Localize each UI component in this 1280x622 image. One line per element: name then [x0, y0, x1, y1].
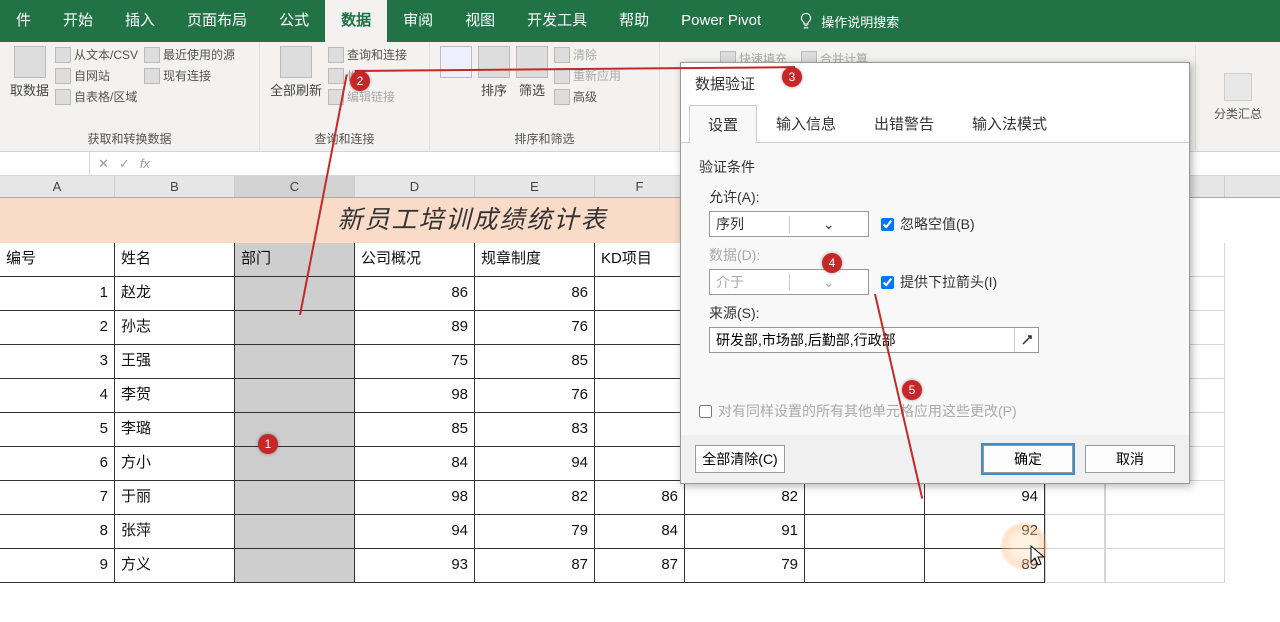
- from-text-csv-button[interactable]: 从文本/CSV: [55, 46, 138, 63]
- allow-label: 允许(A):: [709, 187, 1171, 207]
- confirm-formula-icon[interactable]: ✓: [119, 156, 130, 172]
- col-header-d[interactable]: D: [355, 176, 475, 197]
- in-cell-dropdown-checkbox[interactable]: 提供下拉箭头(I): [881, 272, 997, 292]
- range-picker-icon[interactable]: [1014, 328, 1038, 352]
- group-queries-connections: 查询和连接: [270, 128, 419, 147]
- ribbon-group-outline: 分类汇总: [1195, 45, 1280, 150]
- ignore-blank-checkbox[interactable]: 忽略空值(B): [881, 214, 975, 234]
- cancel-button[interactable]: 取消: [1085, 445, 1175, 473]
- tab-powerpivot[interactable]: Power Pivot: [665, 0, 777, 42]
- hdr-name[interactable]: 姓名: [115, 243, 235, 277]
- ribbon-tab-bar: 件 开始 插入 页面布局 公式 数据 审阅 视图 开发工具 帮助 Power P…: [0, 0, 1280, 42]
- allow-combo[interactable]: 序列 ⌄: [709, 211, 869, 237]
- hdr-c3[interactable]: KD项目: [595, 243, 685, 277]
- data-label: 数据(D):: [709, 245, 1171, 265]
- annotation-badge-5: 5: [902, 380, 922, 400]
- from-web-button[interactable]: 自网站: [55, 67, 138, 84]
- col-header-e[interactable]: E: [475, 176, 595, 197]
- dialog-tabs: 设置 输入信息 出错警告 输入法模式: [681, 104, 1189, 143]
- fx-icon[interactable]: fx: [140, 156, 150, 172]
- apply-all-checkbox[interactable]: 对有同样设置的所有其他单元格应用这些更改(P): [699, 401, 1171, 421]
- name-box[interactable]: [0, 152, 90, 175]
- group-sort-filter: 排序和筛选: [440, 128, 649, 147]
- source-label: 来源(S):: [709, 303, 1171, 323]
- annotation-badge-3: 3: [782, 67, 802, 87]
- recent-sources-button[interactable]: 最近使用的源: [144, 46, 235, 63]
- clear-filter-button[interactable]: 清除: [554, 46, 621, 63]
- col-header-f[interactable]: F: [595, 176, 685, 197]
- col-header-c[interactable]: C: [235, 176, 355, 197]
- annotation-badge-2: 2: [350, 71, 370, 91]
- source-input[interactable]: [710, 328, 1014, 352]
- hdr-id[interactable]: 编号: [0, 243, 115, 277]
- tab-data[interactable]: 数据: [325, 0, 387, 42]
- tab-formulas[interactable]: 公式: [263, 0, 325, 42]
- annotation-badge-1: 1: [258, 434, 278, 454]
- from-table-button[interactable]: 自表格/区域: [55, 88, 138, 105]
- data-validation-dialog: 数据验证 设置 输入信息 出错警告 输入法模式 验证条件 允许(A): 序列 ⌄…: [680, 62, 1190, 484]
- cursor-icon: [1030, 545, 1048, 567]
- source-input-wrapper: [709, 327, 1039, 353]
- advanced-filter-button[interactable]: 高级: [554, 88, 621, 105]
- hdr-dept[interactable]: 部门: [235, 243, 355, 277]
- dialog-tab-error-alert[interactable]: 出错警告: [855, 104, 953, 142]
- dialog-title: 数据验证: [681, 63, 1189, 104]
- col-header-b[interactable]: B: [115, 176, 235, 197]
- data-combo: 介于 ⌄: [709, 269, 869, 295]
- table-row[interactable]: 7于丽9882868294: [0, 481, 1280, 515]
- dialog-tab-ime-mode[interactable]: 输入法模式: [953, 104, 1066, 142]
- tab-view[interactable]: 视图: [449, 0, 511, 42]
- get-data-button[interactable]: 取数据: [10, 46, 49, 99]
- group-get-transform: 获取和转换数据: [10, 128, 249, 147]
- clear-all-button[interactable]: 全部清除(C): [695, 445, 785, 473]
- chevron-down-icon: ⌄: [789, 216, 869, 233]
- ok-button[interactable]: 确定: [983, 445, 1073, 473]
- tab-page-layout[interactable]: 页面布局: [171, 0, 263, 42]
- tab-insert[interactable]: 插入: [109, 0, 171, 42]
- queries-connections-button[interactable]: 查询和连接: [328, 46, 407, 63]
- hdr-c1[interactable]: 公司概况: [355, 243, 475, 277]
- tab-review[interactable]: 审阅: [387, 0, 449, 42]
- tab-help[interactable]: 帮助: [603, 0, 665, 42]
- tell-me-label: 操作说明搜索: [821, 12, 899, 31]
- cancel-formula-icon[interactable]: ✕: [98, 156, 109, 172]
- hdr-c2[interactable]: 规章制度: [475, 243, 595, 277]
- annotation-badge-4: 4: [822, 253, 842, 273]
- existing-connections-button[interactable]: 现有连接: [144, 67, 235, 84]
- data-value: 介于: [710, 272, 789, 292]
- allow-value: 序列: [710, 214, 789, 234]
- subtotal-label[interactable]: 分类汇总: [1214, 105, 1262, 122]
- tab-developer[interactable]: 开发工具: [511, 0, 603, 42]
- tab-home[interactable]: 开始: [47, 0, 109, 42]
- filter-button[interactable]: 筛选: [516, 46, 548, 99]
- dialog-tab-settings[interactable]: 设置: [689, 105, 757, 143]
- refresh-all-button[interactable]: 全部刷新: [270, 46, 322, 99]
- sort-button[interactable]: 排序: [478, 46, 510, 99]
- dialog-tab-input-message[interactable]: 输入信息: [757, 104, 855, 142]
- table-row[interactable]: 9方义9387877989: [0, 549, 1280, 583]
- tab-file[interactable]: 件: [0, 0, 47, 42]
- sort-az-button[interactable]: [440, 46, 472, 78]
- chevron-down-icon: ⌄: [789, 274, 869, 291]
- subtotal-icon: [1224, 73, 1252, 101]
- col-header-a[interactable]: A: [0, 176, 115, 197]
- tell-me-search[interactable]: 操作说明搜索: [797, 12, 899, 31]
- table-row[interactable]: 8张萍9479849192: [0, 515, 1280, 549]
- validation-criteria-label: 验证条件: [699, 157, 1171, 177]
- lightbulb-icon: [797, 12, 815, 30]
